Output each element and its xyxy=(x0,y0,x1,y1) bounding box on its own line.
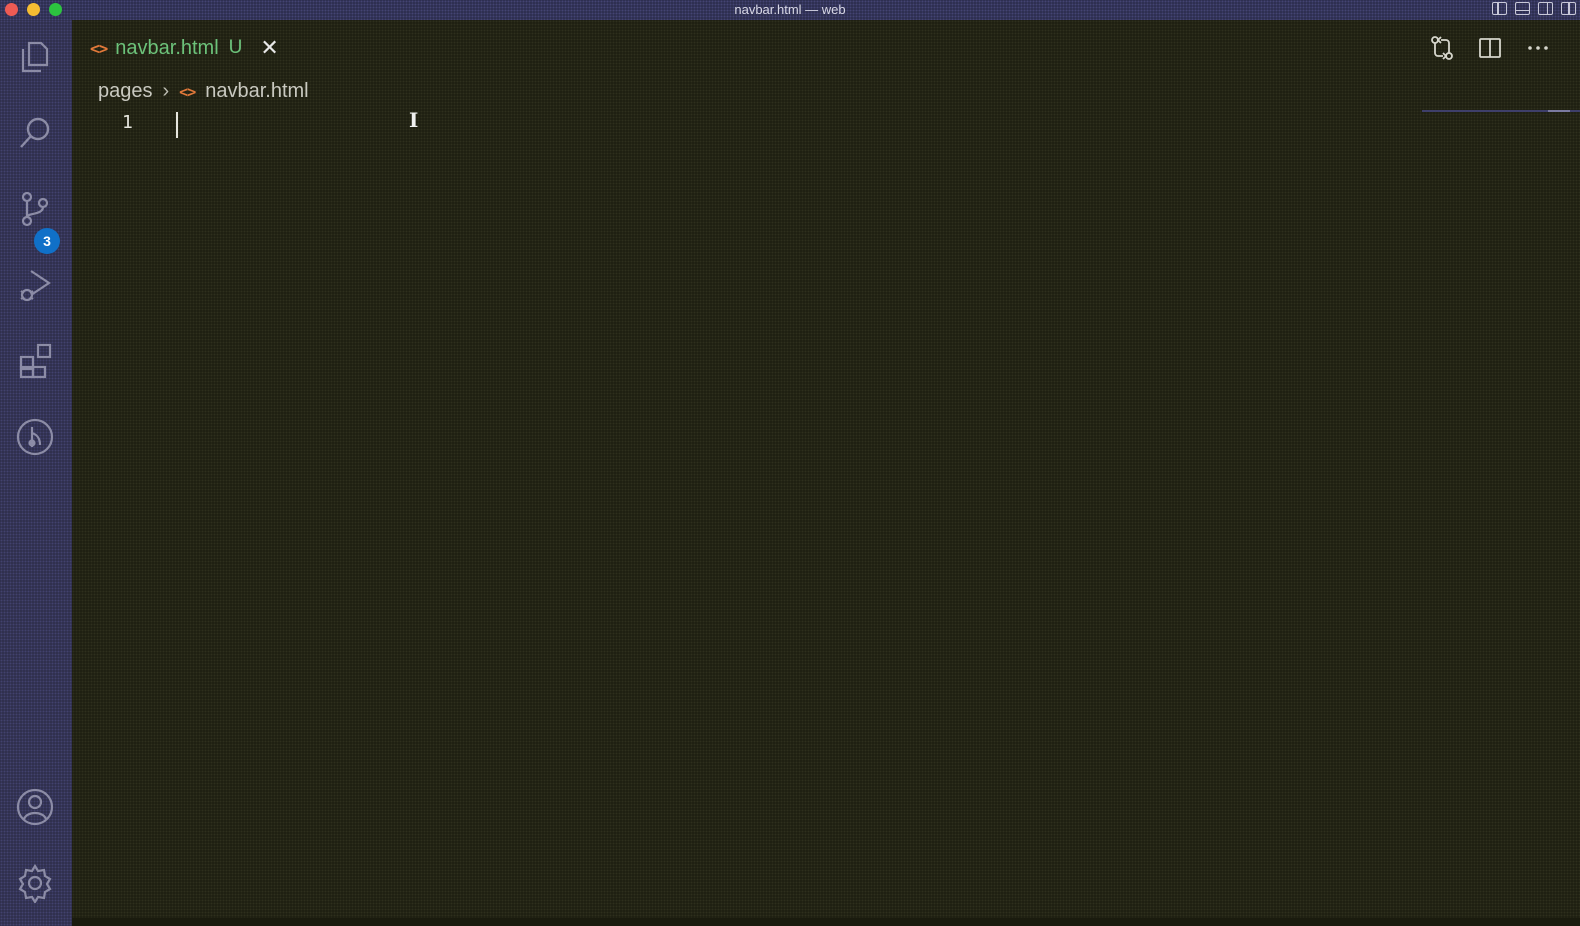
editor-area: <> navbar.html U ✕ pages › <> navbar.htm… xyxy=(72,20,1580,926)
window-title: navbar.html — web xyxy=(734,2,846,17)
gear-icon[interactable] xyxy=(12,860,58,906)
files-icon[interactable] xyxy=(12,34,58,80)
toggle-panel-icon[interactable] xyxy=(1515,2,1530,15)
compare-changes-icon[interactable] xyxy=(1428,34,1456,62)
text-cursor xyxy=(176,112,178,138)
account-icon[interactable] xyxy=(12,784,58,830)
search-icon[interactable] xyxy=(12,110,58,156)
html-file-icon: <> xyxy=(90,38,108,58)
editor-toolbar xyxy=(1428,34,1552,62)
overview-ruler-marker xyxy=(1548,110,1570,112)
more-actions-icon[interactable] xyxy=(1524,34,1552,62)
html-file-icon: <> xyxy=(179,82,196,101)
toggle-secondary-sidebar-icon[interactable] xyxy=(1538,2,1553,15)
customize-layout-icon[interactable] xyxy=(1561,2,1576,15)
title-bar: navbar.html — web xyxy=(0,0,1580,20)
source-control-badge: 3 xyxy=(34,228,60,254)
activity-bar: 3 xyxy=(0,20,72,926)
breadcrumb-folder[interactable]: pages xyxy=(98,80,153,103)
tab-label: navbar.html xyxy=(115,36,219,59)
close-icon[interactable]: ✕ xyxy=(260,37,278,59)
chevron-right-icon: › xyxy=(162,80,170,102)
toggle-primary-sidebar-icon[interactable] xyxy=(1492,2,1507,15)
untracked-status-indicator: U xyxy=(228,37,243,58)
git-graph-icon[interactable] xyxy=(12,414,58,460)
source-control-icon[interactable] xyxy=(12,186,58,232)
editor-tab[interactable]: <> navbar.html U ✕ xyxy=(90,32,279,64)
vscode-window: navbar.html — web 3 <> navbar.html U ✕ p… xyxy=(0,0,1580,926)
status-strip xyxy=(72,918,1580,926)
run-debug-icon[interactable] xyxy=(12,262,58,308)
line-number: 1 xyxy=(122,112,133,133)
mouse-ibeam-cursor-icon: I xyxy=(409,108,419,132)
extensions-icon[interactable] xyxy=(12,338,58,384)
breadcrumb: pages › <> navbar.html xyxy=(98,80,309,103)
layout-controls xyxy=(1492,2,1576,15)
split-editor-icon[interactable] xyxy=(1476,34,1504,62)
breadcrumb-file[interactable]: navbar.html xyxy=(205,80,308,103)
